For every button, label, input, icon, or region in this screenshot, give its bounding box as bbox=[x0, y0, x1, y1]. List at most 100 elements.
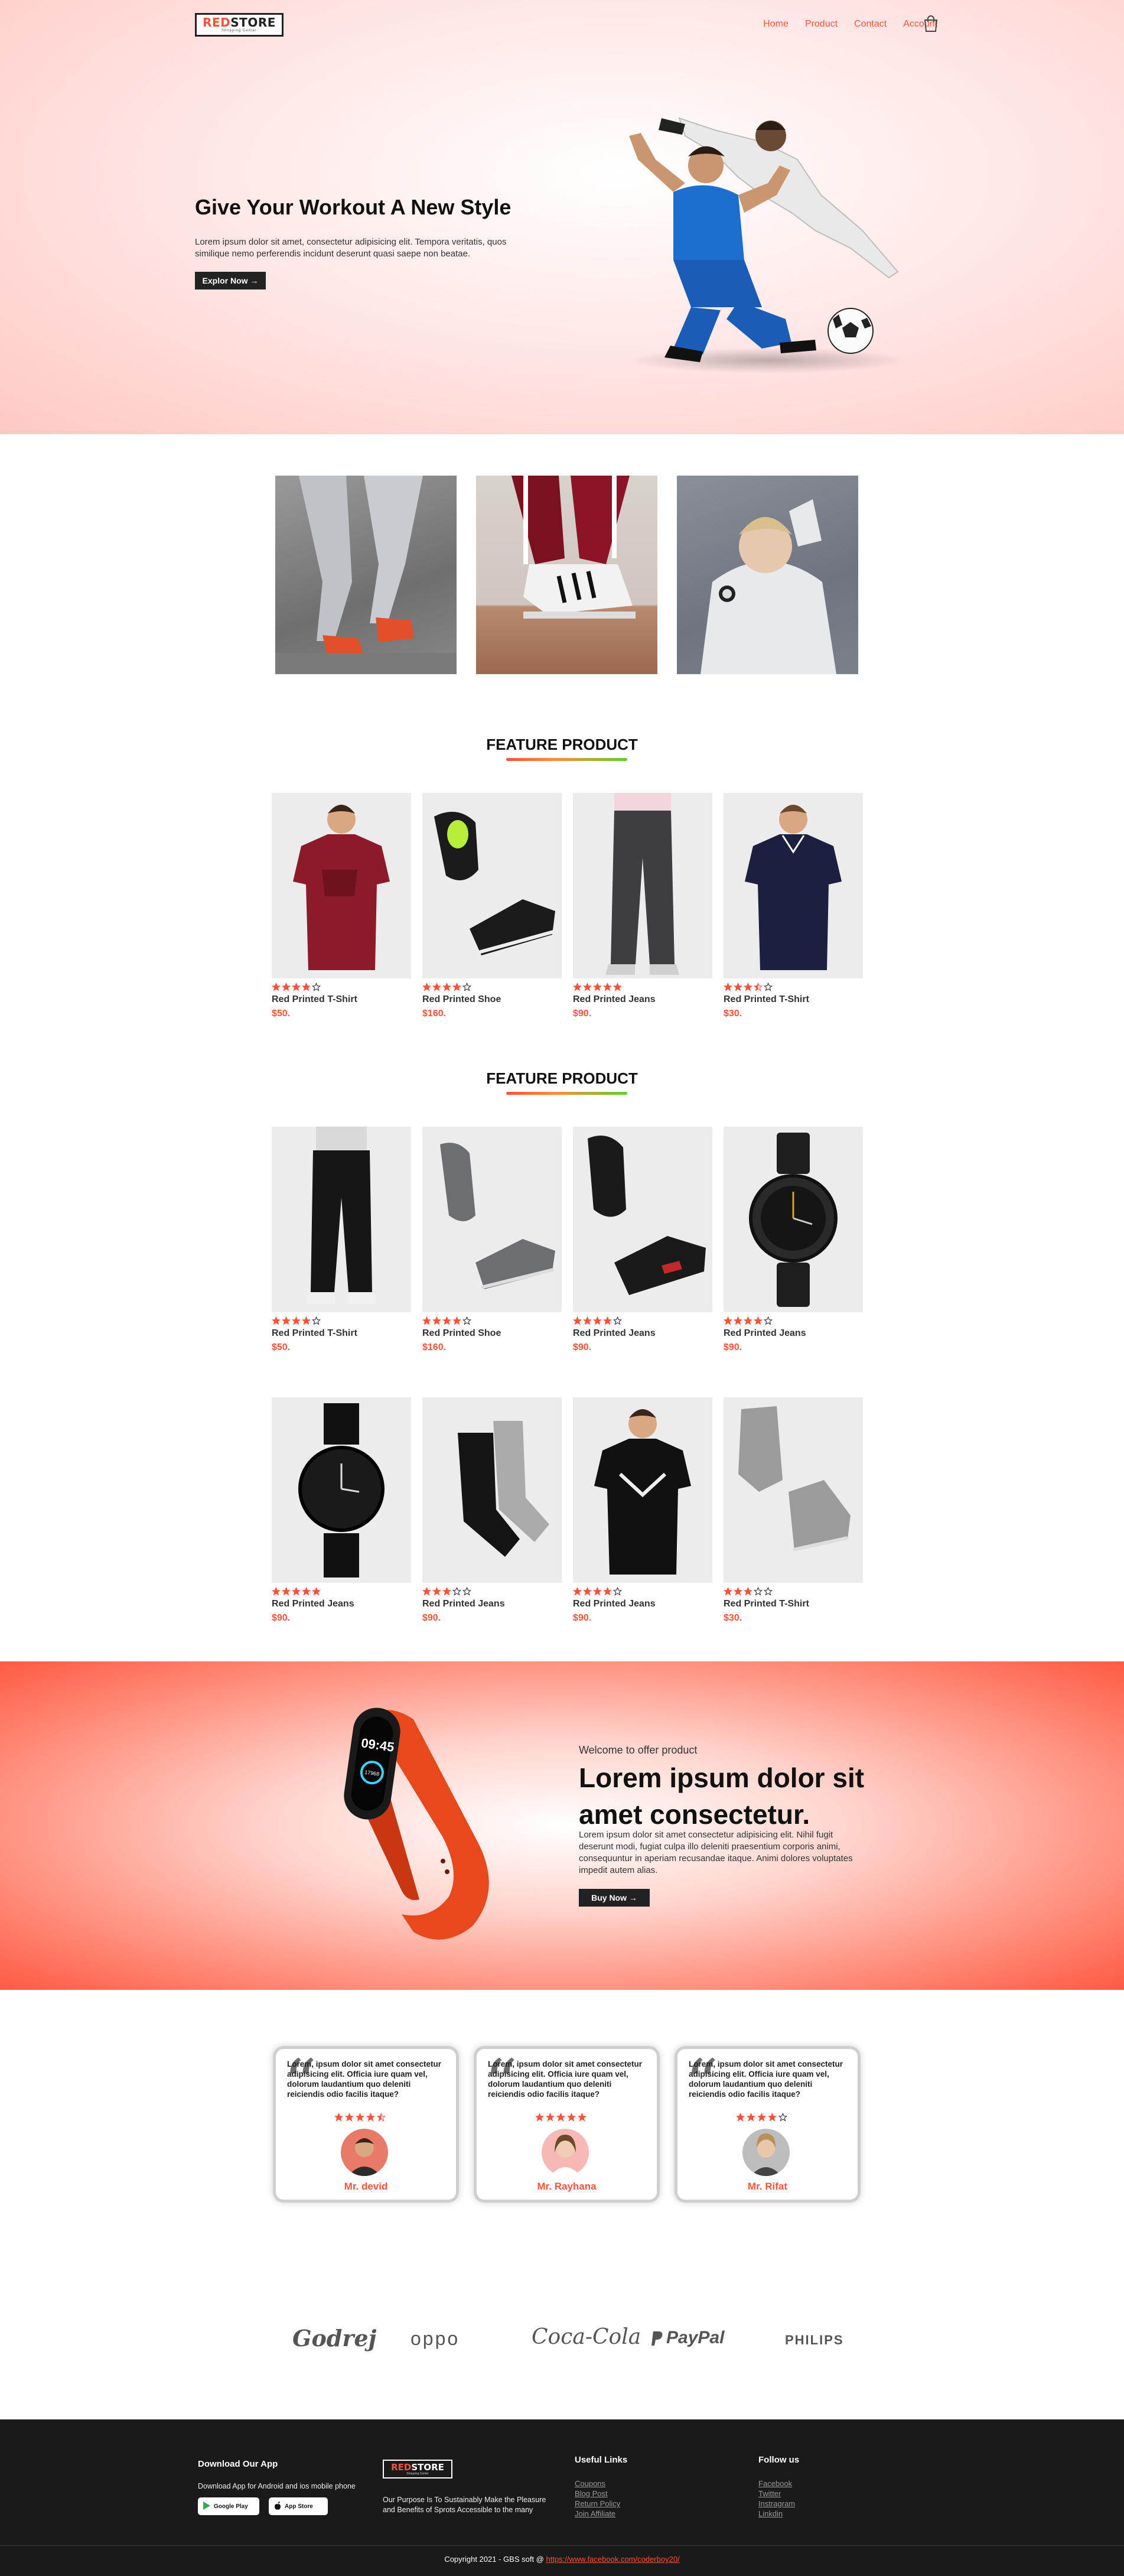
star-empty-icon bbox=[462, 983, 471, 991]
footer-follow-title: Follow us bbox=[758, 2455, 800, 2465]
star-empty-icon bbox=[613, 1316, 622, 1325]
product-name[interactable]: Red Printed Shoe bbox=[422, 1328, 562, 1339]
product-name[interactable]: Red Printed Shoe bbox=[422, 994, 562, 1005]
logo-tagline: Shopping Center bbox=[221, 29, 258, 32]
star-full-icon bbox=[432, 1587, 441, 1596]
category-image-hoodie[interactable] bbox=[677, 476, 858, 674]
product-card[interactable]: Red Printed T-Shirt $50. bbox=[272, 793, 411, 1019]
brand-logo-oppo: oppo bbox=[410, 2328, 460, 2349]
star-full-icon bbox=[583, 983, 592, 991]
star-full-icon bbox=[613, 983, 622, 991]
star-full-icon bbox=[452, 983, 461, 991]
offer-title: Lorem ipsum dolor sit amet consectetur. bbox=[579, 1762, 865, 1830]
footer-link-twitter[interactable]: Twitter bbox=[758, 2489, 781, 2499]
smart-band-image[interactable]: 09:45 17968 bbox=[331, 1696, 526, 1950]
product-name[interactable]: Red Printed Jeans bbox=[573, 1328, 712, 1339]
title-underline bbox=[506, 1092, 627, 1095]
star-empty-icon bbox=[764, 1316, 773, 1325]
product-image-black-tshirt[interactable] bbox=[573, 1397, 712, 1583]
testimonial-author: Mr. Rifat bbox=[747, 2181, 788, 2192]
star-empty-icon bbox=[613, 1587, 622, 1596]
product-image-joggers[interactable] bbox=[272, 1127, 411, 1312]
footer bbox=[0, 2419, 1124, 2576]
footer-link-coupons[interactable]: Coupons bbox=[575, 2479, 605, 2489]
product-image-jeans[interactable] bbox=[573, 793, 712, 978]
footer-link-instagram[interactable]: Instragram bbox=[758, 2499, 795, 2509]
product-image-tshirt[interactable] bbox=[272, 793, 411, 978]
product-name[interactable]: Red Printed Jeans bbox=[272, 1599, 411, 1609]
star-full-icon bbox=[442, 1587, 451, 1596]
product-card[interactable]: Red Printed Jeans $90. bbox=[422, 1397, 562, 1624]
star-empty-icon bbox=[462, 1587, 471, 1596]
star-half-icon bbox=[377, 2113, 386, 2122]
footer-logo[interactable]: REDSTORE Shopping Center bbox=[383, 2460, 452, 2479]
product-image-high-top-shoe[interactable] bbox=[724, 1397, 863, 1583]
product-image-watch[interactable] bbox=[724, 1127, 863, 1312]
product-card[interactable]: Red Printed Jeans $90. bbox=[724, 1127, 863, 1353]
rating-stars bbox=[573, 983, 712, 992]
footer-link-blog-post[interactable]: Blog Post bbox=[575, 2489, 608, 2499]
star-full-icon bbox=[744, 1587, 752, 1596]
rating-stars bbox=[573, 1587, 712, 1596]
hero-description: Lorem ipsum dolor sit amet, consectetur … bbox=[195, 237, 507, 259]
product-image-grey-shoe[interactable] bbox=[422, 1127, 562, 1312]
footer-link-linkedin[interactable]: Linkdin bbox=[758, 2509, 783, 2519]
product-name[interactable]: Red Printed Jeans bbox=[724, 1328, 863, 1339]
star-full-icon bbox=[432, 983, 441, 991]
rating-stars bbox=[334, 2113, 386, 2122]
nav-contact[interactable]: Contact bbox=[854, 19, 887, 30]
copyright-link[interactable]: https://www.facebook.com/coderboy20/ bbox=[546, 2555, 679, 2564]
category-image-sneakers[interactable] bbox=[476, 476, 657, 674]
rating-stars bbox=[736, 2113, 787, 2122]
product-card[interactable]: Red Printed T-Shirt $50. bbox=[272, 1127, 411, 1353]
star-full-icon bbox=[422, 1316, 431, 1325]
product-name[interactable]: Red Printed Jeans bbox=[573, 1599, 712, 1609]
product-image-steel-watch[interactable] bbox=[272, 1397, 411, 1583]
footer-link-join-affiliate[interactable]: Join Affiliate bbox=[575, 2509, 615, 2519]
brand-logo-paypal: PayPal bbox=[651, 2328, 724, 2348]
star-full-icon bbox=[744, 983, 752, 991]
product-card[interactable]: Red Printed Shoe $160. bbox=[422, 1127, 562, 1353]
product-name[interactable]: Red Printed T-Shirt bbox=[272, 994, 411, 1005]
product-image-shoe[interactable] bbox=[422, 793, 562, 978]
testimonial-card: “ Lorem, ipsum dolor sit amet consectetu… bbox=[675, 2046, 861, 2203]
product-image-polo[interactable] bbox=[724, 793, 863, 978]
product-card[interactable]: Red Printed Jeans $90. bbox=[573, 793, 712, 1019]
product-name[interactable]: Red Printed Jeans bbox=[422, 1599, 562, 1609]
footer-link-facebook[interactable]: Facebook bbox=[758, 2479, 792, 2489]
buy-now-button[interactable]: Buy Now → bbox=[579, 1889, 650, 1907]
explore-now-button[interactable]: Explor Now → bbox=[195, 272, 266, 290]
soccer-players-image bbox=[626, 117, 910, 373]
play-store-icon bbox=[203, 2501, 211, 2512]
product-card[interactable]: Red Printed Jeans $90. bbox=[573, 1397, 712, 1624]
logo[interactable]: REDSTORE Shopping Center bbox=[195, 13, 284, 37]
product-image-socks[interactable] bbox=[422, 1397, 562, 1583]
product-name[interactable]: Red Printed Jeans bbox=[573, 994, 712, 1005]
product-name[interactable]: Red Printed T-Shirt bbox=[272, 1328, 411, 1339]
star-full-icon bbox=[603, 1316, 612, 1325]
product-card[interactable]: Red Printed T-Shirt $30. bbox=[724, 1397, 863, 1624]
star-full-icon bbox=[736, 2113, 745, 2122]
category-image-jeans[interactable] bbox=[275, 476, 457, 674]
star-empty-icon bbox=[462, 1316, 471, 1325]
nav-home[interactable]: Home bbox=[763, 19, 789, 30]
product-image-black-red-shoe[interactable] bbox=[573, 1127, 712, 1312]
star-full-icon bbox=[583, 1587, 592, 1596]
shopping-bag-icon[interactable] bbox=[923, 15, 939, 32]
star-full-icon bbox=[452, 1316, 461, 1325]
product-card[interactable]: Red Printed Jeans $90. bbox=[573, 1127, 712, 1353]
google-play-badge[interactable]: Google Play bbox=[198, 2497, 259, 2515]
star-full-icon bbox=[334, 2113, 343, 2122]
app-store-badge[interactable]: App Store bbox=[269, 2497, 328, 2515]
footer-app-text: Download App for Android and ios mobile … bbox=[198, 2482, 356, 2490]
footer-link-return-policy[interactable]: Return Policy bbox=[575, 2499, 620, 2509]
product-card[interactable]: Red Printed T-Shirt $30. bbox=[724, 793, 863, 1019]
nav-product[interactable]: Product bbox=[805, 19, 838, 30]
product-name[interactable]: Red Printed T-Shirt bbox=[724, 1599, 863, 1609]
product-name[interactable]: Red Printed T-Shirt bbox=[724, 994, 863, 1005]
star-full-icon bbox=[734, 1316, 742, 1325]
star-full-icon bbox=[573, 983, 582, 991]
star-full-icon bbox=[768, 2113, 777, 2122]
product-card[interactable]: Red Printed Jeans $90. bbox=[272, 1397, 411, 1624]
product-card[interactable]: Red Printed Shoe $160. bbox=[422, 793, 562, 1019]
